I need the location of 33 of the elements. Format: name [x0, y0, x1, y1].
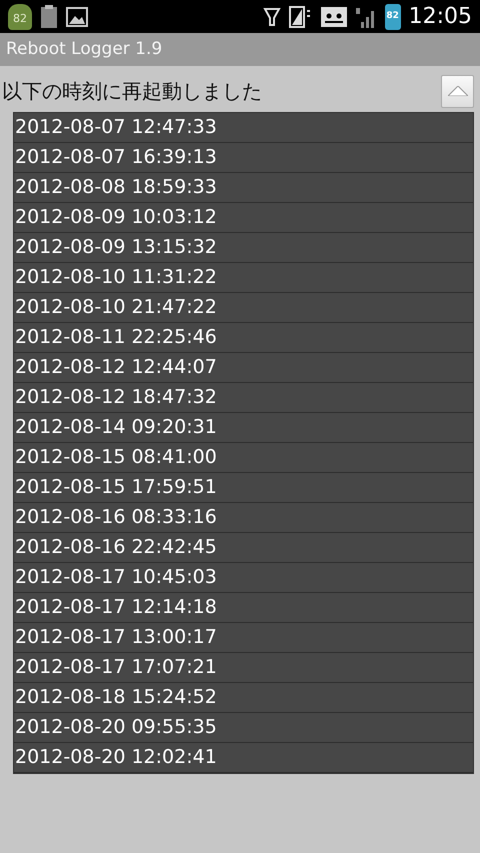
reboot-time: 2012-08-09 13:15:32 [14, 233, 473, 263]
reboot-time: 2012-08-15 08:41:00 [14, 443, 473, 473]
reboot-time: 2012-08-10 11:31:22 [14, 263, 473, 293]
reboot-time: 2012-08-17 10:45:03 [14, 563, 473, 593]
reboot-time: 2012-08-09 10:03:12 [14, 203, 473, 233]
image-icon [66, 6, 88, 26]
reboot-time: 2012-08-17 17:07:21 [14, 653, 473, 683]
app-title: Reboot Logger 1.9 [6, 38, 162, 61]
reboot-time: 2012-08-18 15:24:52 [14, 683, 473, 713]
reboot-time: 2012-08-11 22:25:46 [14, 323, 473, 353]
scroll-up-button[interactable] [441, 74, 474, 108]
reboot-time: 2012-08-10 21:47:22 [14, 293, 473, 323]
clock: 12:05 [408, 6, 472, 28]
reboot-time: 2012-08-17 13:00:17 [14, 623, 473, 653]
cassette-icon [320, 6, 347, 26]
reboot-time: 2012-08-16 22:42:45 [14, 533, 473, 563]
reboot-time: 2012-08-20 09:55:35 [14, 713, 473, 743]
reboot-time: 2012-08-12 12:44:07 [14, 353, 473, 383]
up-arrow-icon [448, 86, 468, 96]
reboot-time: 2012-08-15 17:59:51 [14, 473, 473, 503]
reboot-time: 2012-08-07 12:47:33 [14, 113, 473, 143]
reboot-time: 2012-08-14 09:20:31 [14, 413, 473, 443]
reboot-time: 2012-08-16 08:33:16 [14, 503, 473, 533]
heading: 以下の時刻に再起動しました [2, 78, 262, 105]
clipboard-icon [40, 4, 58, 28]
reboot-time: 2012-08-17 12:14:18 [14, 593, 473, 623]
phone-vibrate-icon [288, 6, 313, 28]
reboot-time: 2012-08-12 18:47:32 [14, 383, 473, 413]
notification-badge: 82 [8, 4, 32, 30]
reboot-time: 2012-08-08 18:59:33 [14, 173, 473, 203]
reboot-time: 2012-08-20 12:02:41 [14, 743, 473, 773]
battery-indicator: 82 [384, 4, 401, 30]
reboot-time: 2012-08-07 16:39:13 [14, 143, 473, 173]
